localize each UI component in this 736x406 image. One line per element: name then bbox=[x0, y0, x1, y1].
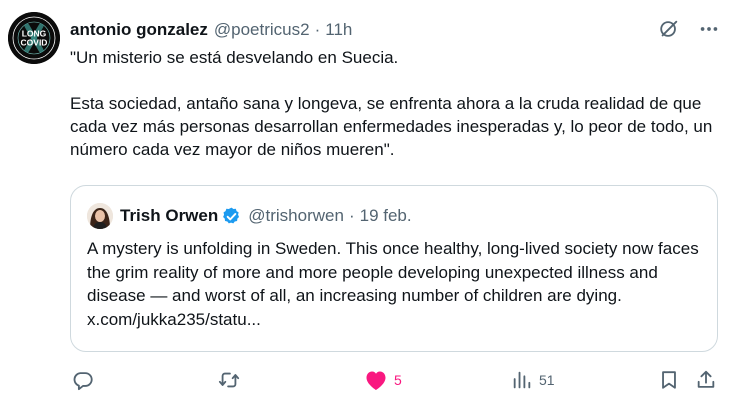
quoted-separator-dot: · bbox=[348, 206, 355, 225]
grok-icon bbox=[660, 20, 678, 37]
header-actions bbox=[656, 16, 722, 42]
tweet-text-line2: Esta sociedad, antaño sana y longeva, se… bbox=[70, 94, 713, 159]
quoted-avatar bbox=[87, 203, 113, 229]
tweet-text-line1: "Un misterio se está desvelando en Sueci… bbox=[70, 48, 399, 67]
tweet-header: antonio gonzalez @poetricus2 · 11h bbox=[70, 19, 352, 41]
avatar-text-bottom: COVID bbox=[21, 38, 48, 48]
share-button[interactable] bbox=[695, 368, 717, 392]
views-count: 51 bbox=[539, 372, 555, 388]
quoted-timestamp[interactable]: 19 feb. bbox=[360, 206, 412, 226]
long-covid-logo-icon: LONG COVID bbox=[8, 12, 60, 64]
retweet-icon bbox=[218, 372, 240, 388]
bookmark-icon bbox=[662, 371, 676, 389]
quoted-tweet-text: A mystery is unfolding in Sweden. This o… bbox=[87, 239, 699, 329]
avatar[interactable]: LONG COVID bbox=[8, 12, 60, 64]
quoted-display-name[interactable]: Trish Orwen bbox=[120, 206, 218, 226]
reply-icon bbox=[73, 372, 93, 391]
more-dots-icon bbox=[700, 27, 718, 31]
grok-button[interactable] bbox=[656, 16, 682, 42]
bookmark-button[interactable] bbox=[658, 368, 680, 392]
more-button[interactable] bbox=[696, 16, 722, 42]
heart-filled-icon bbox=[366, 371, 386, 390]
person-avatar-icon bbox=[87, 203, 113, 229]
retweet-button[interactable] bbox=[218, 368, 240, 392]
tweet-text: "Un misterio se está desvelando en Sueci… bbox=[70, 46, 720, 161]
quoted-handle[interactable]: @trishorwen bbox=[248, 206, 344, 226]
action-bar: 5 51 bbox=[70, 368, 722, 392]
views-icon bbox=[513, 371, 531, 389]
like-button[interactable]: 5 bbox=[364, 368, 402, 392]
separator-dot: · bbox=[314, 20, 321, 39]
author-handle[interactable]: @poetricus2 bbox=[214, 19, 310, 41]
tweet-timestamp[interactable]: 11h bbox=[325, 19, 352, 41]
like-count: 5 bbox=[394, 372, 402, 388]
tweet[interactable]: LONG COVID antonio gonzalez @poetricus2 … bbox=[0, 0, 736, 406]
quoted-tweet[interactable]: Trish Orwen @trishorwen · 19 feb. A myst… bbox=[70, 185, 718, 352]
verified-badge-icon bbox=[221, 206, 242, 227]
reply-button[interactable] bbox=[72, 368, 94, 392]
quoted-tweet-header: Trish Orwen @trishorwen · 19 feb. bbox=[87, 203, 412, 229]
share-icon bbox=[697, 370, 715, 388]
author-display-name[interactable]: antonio gonzalez bbox=[70, 19, 208, 41]
views-button[interactable]: 51 bbox=[511, 368, 555, 392]
